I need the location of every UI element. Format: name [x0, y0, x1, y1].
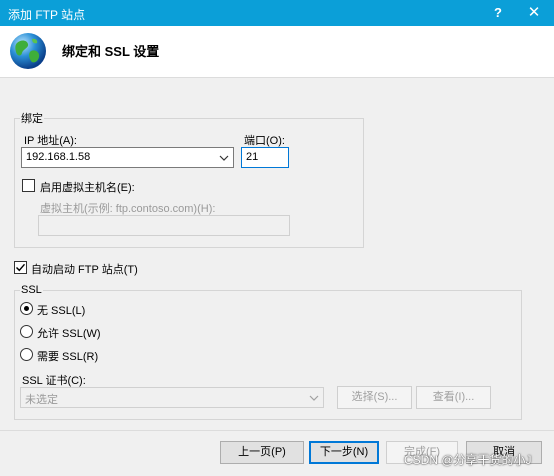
next-button[interactable]: 下一步(N)	[309, 441, 379, 464]
close-button[interactable]: ✕	[516, 0, 552, 26]
ip-address-label: IP 地址(A):	[24, 135, 77, 147]
port-input[interactable]: 21	[241, 147, 289, 168]
page-title: 绑定和 SSL 设置	[62, 44, 160, 59]
globe-icon	[10, 33, 46, 69]
virtual-host-checkbox-label: 启用虚拟主机名(E):	[40, 182, 135, 194]
require-ssl-radio[interactable]	[20, 348, 33, 361]
select-cert-button[interactable]: 选择(S)...	[337, 386, 412, 409]
check-icon	[16, 263, 26, 272]
port-label: 端口(O):	[244, 135, 285, 147]
virtual-host-label: 虚拟主机(示例: ftp.contoso.com)(H):	[40, 203, 216, 215]
watermark-text: CSDN @分享干货的小J	[404, 453, 532, 467]
window-title: 添加 FTP 站点	[8, 8, 86, 22]
chevron-down-icon	[309, 395, 319, 401]
view-cert-button[interactable]: 查看(I)...	[416, 386, 491, 409]
title-bar: 添加 FTP 站点 ? ✕	[0, 0, 554, 26]
ssl-cert-dropdown[interactable]: 未选定	[20, 387, 324, 408]
virtual-host-input[interactable]	[38, 215, 290, 236]
chevron-down-icon	[219, 155, 229, 161]
ip-address-dropdown[interactable]: 192.168.1.58	[21, 147, 234, 168]
binding-group-label: 绑定	[20, 110, 44, 126]
auto-start-checkbox[interactable]	[14, 261, 27, 274]
auto-start-label: 自动启动 FTP 站点(T)	[31, 264, 138, 276]
allow-ssl-radio[interactable]	[20, 325, 33, 338]
radio-selected-dot	[24, 306, 29, 311]
allow-ssl-label: 允许 SSL(W)	[37, 328, 101, 340]
wizard-header: 绑定和 SSL 设置	[0, 26, 554, 78]
ip-address-value: 192.168.1.58	[26, 151, 91, 163]
previous-button[interactable]: 上一页(P)	[220, 441, 304, 464]
ssl-group-label: SSL	[20, 284, 43, 296]
ssl-cert-label: SSL 证书(C):	[22, 375, 86, 387]
no-ssl-label: 无 SSL(L)	[37, 305, 86, 317]
virtual-host-checkbox[interactable]	[22, 179, 35, 192]
require-ssl-label: 需要 SSL(R)	[37, 351, 99, 363]
ssl-cert-value: 未选定	[25, 394, 58, 406]
no-ssl-radio[interactable]	[20, 302, 33, 315]
help-button[interactable]: ?	[480, 0, 516, 26]
footer-divider	[0, 430, 554, 431]
port-value: 21	[246, 151, 259, 163]
